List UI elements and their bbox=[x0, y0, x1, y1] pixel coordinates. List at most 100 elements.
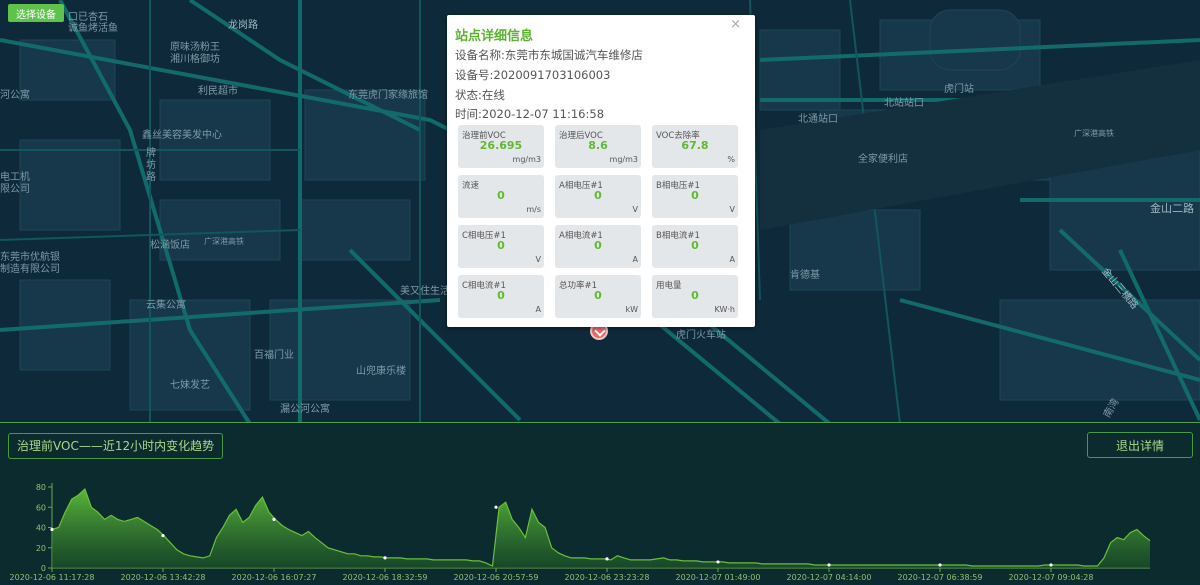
metric-card: 总功率#1 0 kW bbox=[555, 275, 641, 318]
popup-title: 站点详细信息 bbox=[455, 29, 534, 44]
x-tick-label: 2020-12-06 11:17:28 bbox=[10, 573, 95, 582]
data-point bbox=[272, 517, 276, 521]
metric-value: 8.6 bbox=[588, 139, 608, 152]
map-label: 广深港高铁 bbox=[204, 237, 244, 246]
map-label: 虎门站 bbox=[944, 84, 974, 95]
metric-card: B相电流#1 0 A bbox=[652, 225, 738, 268]
metric-value: 0 bbox=[594, 239, 602, 252]
device-time: 时间:2020-12-07 11:16:58 bbox=[455, 107, 605, 121]
metric-card: 流速 0 m/s bbox=[458, 175, 544, 218]
station-detail-popup: × 站点详细信息 设备名称:东莞市东城国诚汽车维修店 设备号:202009170… bbox=[447, 15, 755, 327]
map-label: 诚鱼烤活鱼 bbox=[68, 23, 118, 34]
trend-panel: 0 20 40 60 80 2020-12-06 11:17:28 2020-12-06 1… bbox=[0, 422, 1200, 584]
metric-unit: kW bbox=[625, 305, 638, 314]
map-label: 北站站口 bbox=[884, 98, 924, 109]
metric-value: 0 bbox=[691, 289, 699, 302]
metric-unit: V bbox=[729, 205, 735, 214]
map-label: 全家便利店 bbox=[858, 154, 908, 165]
map-label: 美又住生活 bbox=[400, 286, 450, 297]
x-tick-label: 2020-12-06 20:57:59 bbox=[454, 573, 539, 582]
map-label: 鑫丝美容美发中心 bbox=[142, 130, 222, 141]
exit-detail-button[interactable]: 退出详情 bbox=[1087, 432, 1193, 458]
data-point bbox=[161, 534, 165, 538]
data-point bbox=[383, 556, 387, 560]
metric-value: 0 bbox=[497, 239, 505, 252]
metric-value: 0 bbox=[497, 289, 505, 302]
metric-card: A相电流#1 0 A bbox=[555, 225, 641, 268]
map-label: 虎门火车站 bbox=[676, 330, 726, 341]
y-tick-label: 80 bbox=[36, 483, 46, 492]
data-point bbox=[50, 527, 54, 532]
map-label: 肯德基 bbox=[790, 270, 820, 281]
metric-card: C相电流#1 0 A bbox=[458, 275, 544, 318]
metric-card: A相电压#1 0 V bbox=[555, 175, 641, 218]
map-label: 云集公寓 bbox=[146, 300, 186, 311]
x-tick-label: 2020-12-07 01:49:00 bbox=[676, 573, 761, 582]
map-label: 松涵饭店 bbox=[150, 240, 190, 251]
trend-panel-title: 治理前VOC——近12小时内变化趋势 bbox=[8, 433, 224, 459]
metric-card: B相电压#1 0 V bbox=[652, 175, 738, 218]
map-label: 百福门业 bbox=[254, 350, 294, 361]
map-label: 广深港高铁 bbox=[1074, 129, 1114, 138]
select-device-button[interactable]: 选择设备 bbox=[8, 4, 64, 22]
metric-value: 0 bbox=[497, 189, 505, 202]
map-label: 龙岗路 bbox=[228, 20, 258, 31]
map-label: 金山二路 bbox=[1150, 202, 1194, 215]
device-status: 状态:在线 bbox=[455, 88, 505, 102]
map-label: 路 bbox=[146, 172, 156, 183]
metric-card: 治理前VOC 26.695 mg/m3 bbox=[458, 125, 544, 168]
map-label: 北通站口 bbox=[798, 114, 838, 125]
x-tick-label: 2020-12-07 04:14:00 bbox=[787, 573, 872, 582]
device-number: 设备号:2020091703106003 bbox=[455, 68, 611, 82]
metric-card: 用电量 0 KW·h bbox=[652, 275, 738, 318]
metric-card: C相电压#1 0 V bbox=[458, 225, 544, 268]
metric-unit: m/s bbox=[526, 205, 541, 214]
y-tick-label: 20 bbox=[36, 544, 46, 553]
metric-unit: % bbox=[727, 155, 735, 164]
metric-card: VOC去除率 67.8% bbox=[652, 125, 738, 168]
x-tick-label: 2020-12-07 09:04:28 bbox=[1009, 573, 1094, 582]
x-tick-label: 2020-12-06 23:23:28 bbox=[565, 573, 650, 582]
y-tick-label: 40 bbox=[36, 524, 46, 533]
map-label: 山兜康乐楼 bbox=[356, 366, 406, 377]
x-tick-label: 2020-12-07 06:38:59 bbox=[898, 573, 983, 582]
metric-value: 0 bbox=[594, 289, 602, 302]
y-tick-label: 0 bbox=[41, 564, 46, 573]
metric-value: 67.8 bbox=[681, 139, 709, 152]
x-tick-label: 2020-12-06 13:42:28 bbox=[121, 573, 206, 582]
y-tick-label: 60 bbox=[36, 503, 46, 512]
series-area bbox=[52, 489, 1150, 568]
device-name: 设备名称:东莞市东城国诚汽车维修店 bbox=[455, 48, 643, 62]
data-point bbox=[1049, 563, 1053, 567]
map-label: 湘川格御坊 bbox=[170, 54, 220, 65]
map-label: 制造有限公司 bbox=[0, 264, 60, 275]
metric-unit: V bbox=[632, 205, 638, 214]
data-point bbox=[827, 563, 831, 567]
metric-value: 0 bbox=[691, 189, 699, 202]
metric-unit: V bbox=[535, 255, 541, 264]
metric-unit: KW·h bbox=[714, 305, 735, 314]
metric-value: 0 bbox=[691, 239, 699, 252]
metric-unit: A bbox=[535, 305, 541, 314]
metric-value: 26.695 bbox=[479, 139, 523, 152]
map-label: 限公司 bbox=[0, 184, 30, 195]
x-tick-label: 2020-12-06 16:07:27 bbox=[232, 573, 317, 582]
metric-unit: A bbox=[729, 255, 735, 264]
close-icon[interactable]: × bbox=[730, 17, 741, 32]
metric-unit: mg/m3 bbox=[609, 155, 638, 164]
metric-unit: mg/m3 bbox=[512, 155, 541, 164]
map-label: 利民超市 bbox=[198, 86, 238, 97]
metric-card: 治理后VOC 8.6 mg/m3 bbox=[555, 125, 641, 168]
map-label: 河公寓 bbox=[0, 90, 30, 101]
x-tick-label: 2020-12-06 18:32:59 bbox=[343, 573, 428, 582]
map-label: 漏公河公寓 bbox=[280, 404, 330, 415]
map-label: 七妹发艺 bbox=[170, 380, 210, 391]
map-view[interactable]: 口已杏石 诚鱼烤活鱼 龙岗路 原味汤粉王 湘川格御坊 利民超市 鑫丝美容美发中心… bbox=[0, 0, 1200, 424]
map-label: 东莞虎门家缘旅馆 bbox=[348, 90, 428, 101]
data-point bbox=[494, 505, 498, 509]
data-point bbox=[716, 560, 720, 564]
data-point bbox=[605, 557, 609, 561]
data-point bbox=[938, 563, 942, 567]
metric-value: 0 bbox=[594, 189, 602, 202]
metric-unit: A bbox=[632, 255, 638, 264]
